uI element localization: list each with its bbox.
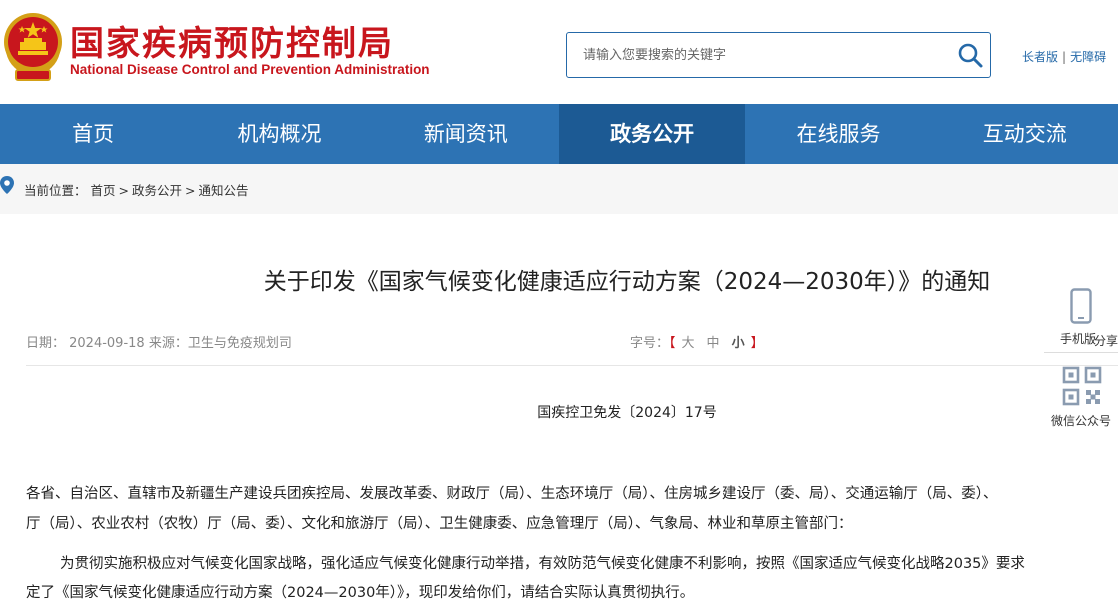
article-title: 关于印发《国家气候变化健康适应行动方案（2024—2030年）》的通知 <box>263 269 991 295</box>
article-paragraph: 定了《国家气候变化健康适应行动方案（2024—2030年）》，现印发给你们，请结… <box>26 585 695 601</box>
article-paragraph: 为贯彻实施积极应对气候变化国家战略，强化适应气候变化健康行动举措，有效防范气候变… <box>60 556 1025 572</box>
nav-item-organization[interactable]: 机构概况 <box>186 104 372 164</box>
national-emblem-icon <box>4 13 62 81</box>
font-size-label: 字号： <box>630 336 670 351</box>
font-size-bracket-open: 【 <box>669 336 676 351</box>
side-wechat-account[interactable]: 微信公众号 <box>1042 364 1118 434</box>
breadcrumb-prefix: 当前位置： <box>24 183 87 198</box>
article-meta: 日期： 2024-09-18 来源：卫生与免疫规划司 <box>26 336 292 351</box>
share-label[interactable]: 分享 <box>1094 332 1118 349</box>
font-size-selector: 字号：【大中小】 <box>630 332 764 351</box>
nav-item-online-services[interactable]: 在线服务 <box>745 104 931 164</box>
document-number: 国疾控卫免发〔2024〕17号 <box>537 405 717 421</box>
main-nav: 首页 机构概况 新闻资讯 政务公开 在线服务 互动交流 <box>0 104 1118 164</box>
search-input[interactable] <box>567 33 947 77</box>
org-name-en: National Disease Control and Prevention … <box>70 62 430 77</box>
org-name-cn: 国家疾病预防控制局 <box>70 24 394 64</box>
elder-mode-link[interactable]: 长者版 <box>1022 50 1058 64</box>
wechat-account-label: 微信公众号 <box>1050 414 1111 428</box>
font-size-medium[interactable]: 中 <box>707 336 720 351</box>
search-box <box>566 32 991 78</box>
nav-item-home[interactable]: 首页 <box>0 104 186 164</box>
breadcrumb-notices[interactable]: 通知公告 <box>199 183 249 198</box>
breadcrumb-trail: 当前位置： 首页 > 政务公开 > 通知公告 <box>24 180 249 199</box>
font-size-large[interactable]: 大 <box>682 336 695 351</box>
nav-item-government-affairs[interactable]: 政务公开 <box>558 104 746 164</box>
breadcrumb-separator: > <box>185 183 196 198</box>
link-separator: | <box>1062 50 1067 64</box>
article-paragraph: 厅（局）、农业农村（农牧）厅（局、委）、文化和旅游厅（局）、卫生健康委、应急管理… <box>26 516 853 532</box>
font-size-small[interactable]: 小 <box>732 336 745 351</box>
breadcrumb-home[interactable]: 首页 <box>91 183 116 198</box>
article-paragraph: 各省、自治区、直辖市及新疆生产建设兵团疾控局、发展改革委、财政厅（局）、生态环境… <box>26 486 998 502</box>
location-pin-icon <box>0 176 14 194</box>
site-header: 国家疾病预防控制局 National Disease Control and P… <box>0 0 1118 104</box>
accessibility-link[interactable]: 无障碍 <box>1070 50 1106 64</box>
nav-item-interaction[interactable]: 互动交流 <box>932 104 1118 164</box>
search-icon[interactable] <box>956 41 984 69</box>
breadcrumb-government-affairs[interactable]: 政务公开 <box>132 183 182 198</box>
breadcrumb-separator: > <box>118 183 129 198</box>
side-divider <box>1044 352 1118 353</box>
font-size-bracket-close: 】 <box>750 336 764 351</box>
meta-divider <box>26 365 1118 366</box>
qr-code-icon <box>1062 366 1102 406</box>
breadcrumb: 当前位置： 首页 > 政务公开 > 通知公告 <box>0 164 1118 214</box>
mobile-phone-icon <box>1070 288 1092 324</box>
header-links: 长者版 | 无障碍 <box>1022 48 1106 65</box>
nav-item-news[interactable]: 新闻资讯 <box>373 104 559 164</box>
